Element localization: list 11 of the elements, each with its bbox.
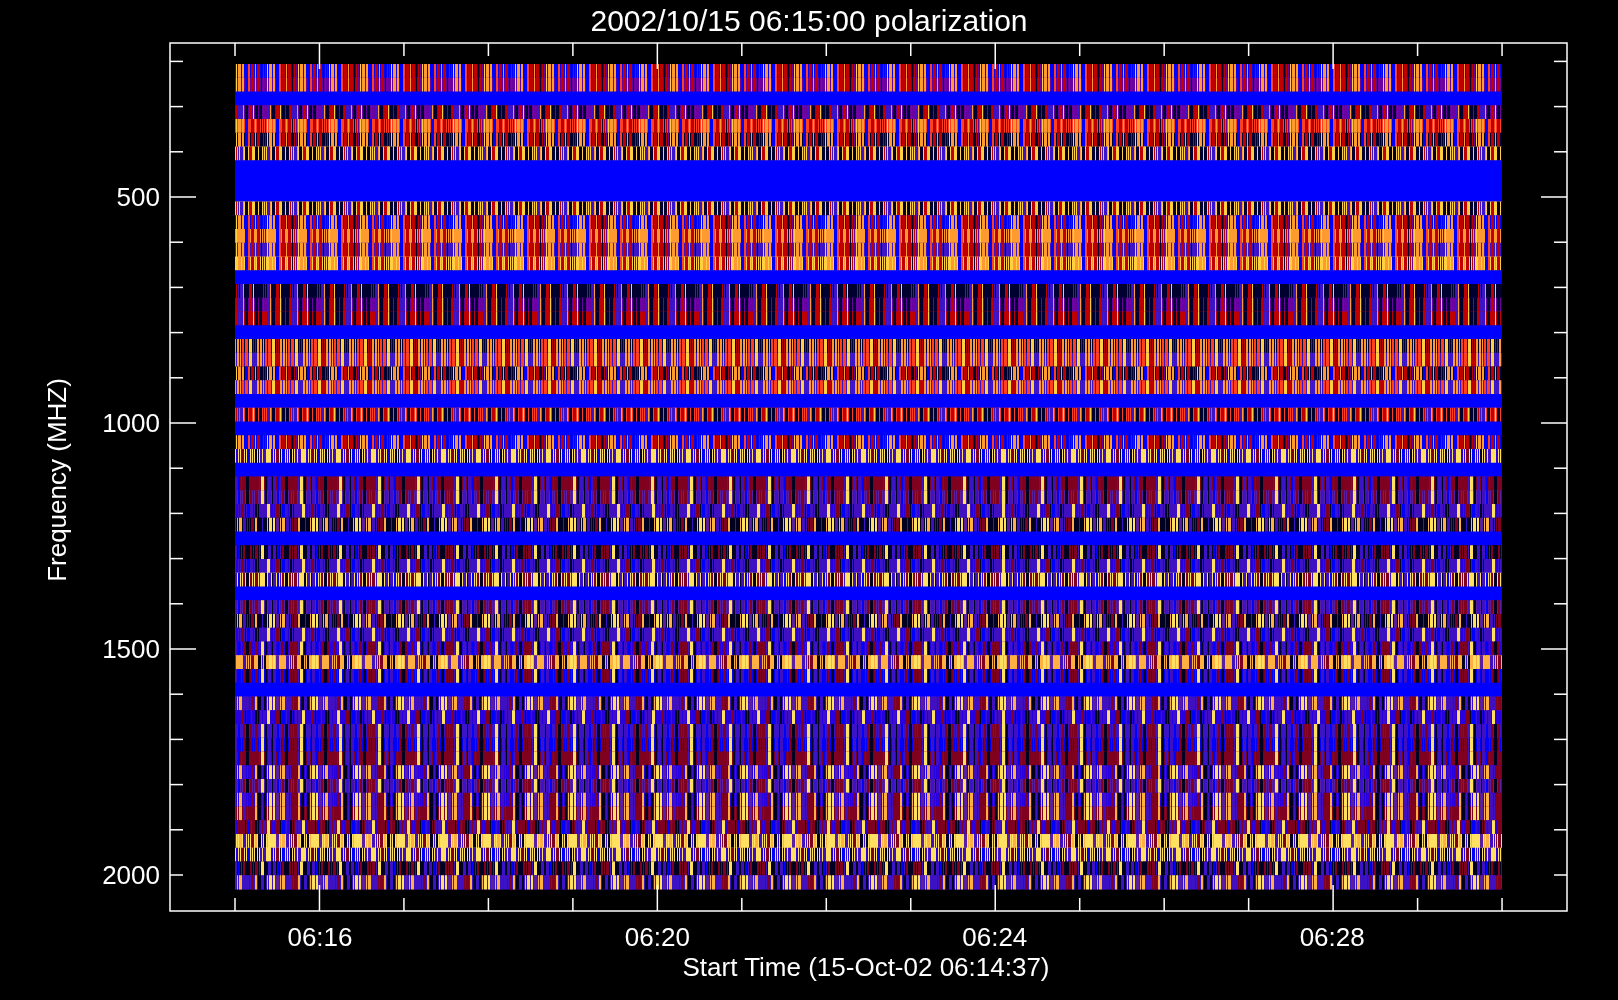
- tick-label: 06:24: [962, 922, 1028, 952]
- tick-label: 2000: [102, 860, 160, 890]
- tick-label: 1500: [102, 634, 160, 664]
- plot-title: 2002/10/15 06:15:00 polarization: [590, 4, 1028, 37]
- tick-label: 500: [116, 182, 160, 212]
- x-axis-label: Start Time (15-Oct-02 06:14:37): [682, 952, 1050, 982]
- tick-label: 06:28: [1299, 922, 1365, 952]
- tick-label: 06:16: [287, 922, 353, 952]
- tick-label: 06:20: [624, 922, 690, 952]
- y-axis-label: Frequency (MHZ): [42, 378, 72, 582]
- tick-label: 1000: [102, 408, 160, 438]
